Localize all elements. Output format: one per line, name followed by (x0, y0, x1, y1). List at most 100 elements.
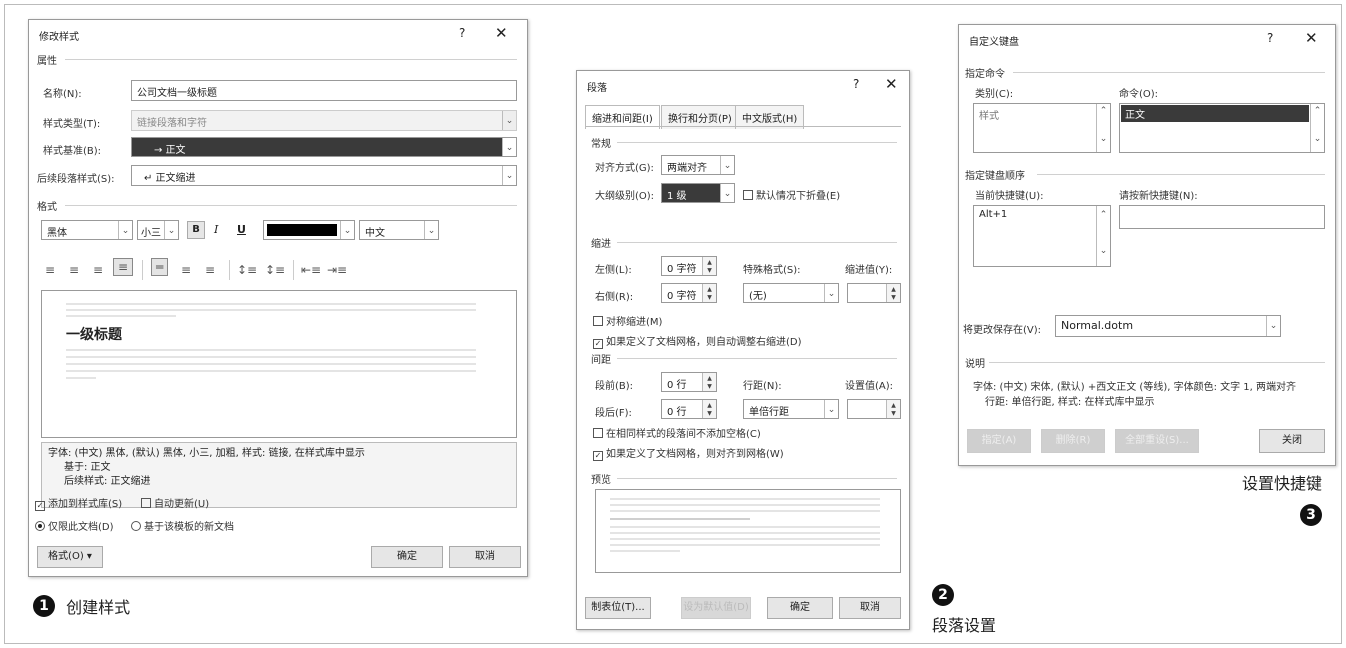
style-based-on-select[interactable]: → 正文 ⌄ (131, 137, 517, 157)
spinner-arrows-icon[interactable]: ▲ ▼ (702, 373, 716, 391)
spinner-arrows-icon[interactable]: ▲ ▼ (886, 284, 900, 302)
indent-by-spinner[interactable]: ▲ ▼ (847, 283, 901, 303)
category-item[interactable]: 样式 (979, 111, 999, 122)
chevron-down-icon[interactable]: ⌄ (340, 221, 354, 239)
double-spacing-icon[interactable]: ≡ (205, 263, 215, 277)
chevron-down-icon[interactable]: ⌄ (502, 166, 516, 185)
auto-update-label: 自动更新(U) (154, 499, 210, 510)
tabs-button[interactable]: 制表位(T)... (585, 597, 651, 619)
space-after-spinner[interactable]: 0 行 ▲ ▼ (661, 399, 717, 419)
chevron-down-icon[interactable]: ⌄ (118, 221, 132, 239)
outline-level-label: 大纲级别(O): (595, 191, 655, 202)
mirror-indents-checkbox[interactable]: 对称缩进(M) (593, 313, 662, 328)
reset-all-button[interactable]: 全部重设(S)... (1115, 429, 1199, 453)
close-icon[interactable]: ✕ (885, 75, 898, 93)
description-line-1: 字体: (中文) 黑体, (默认) 黑体, 小三, 加粗, 样式: 链接, 在样… (48, 448, 365, 459)
close-icon[interactable]: ✕ (1305, 29, 1318, 47)
increase-indent-icon[interactable]: ⇥≡ (327, 263, 347, 277)
chevron-down-icon[interactable]: ⌄ (720, 156, 734, 174)
only-this-doc-radio[interactable]: 仅限此文档(D) (35, 518, 114, 533)
special-indent-value: (无) (749, 291, 767, 302)
space-after-label: 段后(F): (595, 408, 632, 419)
auto-update-checkbox[interactable]: 自动更新(U) (141, 495, 209, 510)
space-before-icon[interactable]: ↕≡ (237, 263, 257, 277)
chevron-down-icon[interactable]: ⌄ (424, 221, 438, 239)
next-style-select[interactable]: ↵ 正文缩进 ⌄ (131, 165, 517, 186)
ok-button[interactable]: 确定 (767, 597, 833, 619)
grid-indent-label: 如果定义了文档网格，则自动调整右缩进(D) (606, 337, 802, 348)
spinner-arrows-icon[interactable]: ▲ ▼ (702, 400, 716, 418)
help-button[interactable]: ? (853, 77, 859, 91)
new-key-input[interactable] (1119, 205, 1325, 229)
snap-to-grid-checkbox[interactable]: ✓ 如果定义了文档网格，则对齐到网格(W) (593, 445, 784, 461)
align-right-icon[interactable]: ≡ (93, 263, 103, 277)
close-icon[interactable]: ✕ (495, 24, 508, 42)
add-to-gallery-checkbox[interactable]: ✓ 添加到样式库(S) (35, 495, 122, 511)
alignment-select[interactable]: 两端对齐 ⌄ (661, 155, 735, 175)
chevron-down-icon[interactable]: ⌄ (824, 284, 838, 302)
description-line-2: 行距: 单倍行距, 样式: 在样式库中显示 (985, 397, 1155, 408)
current-keys-list[interactable]: Alt+1 ⌃ ⌄ (973, 205, 1111, 267)
auto-right-indent-checkbox[interactable]: ✓ 如果定义了文档网格，则自动调整右缩进(D) (593, 333, 802, 349)
chevron-down-icon[interactable]: ⌄ (1266, 316, 1280, 336)
onehalf-spacing-icon[interactable]: ≡ (181, 263, 191, 277)
spinner-arrows-icon[interactable]: ▲ ▼ (702, 284, 716, 302)
cancel-button[interactable]: 取消 (839, 597, 901, 619)
align-left-icon[interactable]: ≡ (45, 263, 55, 277)
categories-list[interactable]: 样式 ⌃ ⌄ (973, 103, 1111, 153)
special-indent-select[interactable]: (无) ⌄ (743, 283, 839, 303)
format-menu-button[interactable]: 格式(O) ▾ (37, 546, 103, 568)
help-button[interactable]: ? (459, 26, 465, 40)
left-indent-label: 左侧(L): (595, 265, 632, 276)
left-indent-spinner[interactable]: 0 字符 ▲ ▼ (661, 256, 717, 276)
scroll-arrows-icon[interactable]: ⌃ ⌄ (1310, 104, 1324, 152)
close-button[interactable]: 关闭 (1259, 429, 1325, 453)
alignment-value: 两端对齐 (667, 163, 707, 174)
font-select[interactable]: 黑体 ⌄ (41, 220, 133, 240)
caption-step-3-text: 设置快捷键 (1242, 474, 1323, 493)
chevron-down-icon[interactable]: ⌄ (164, 221, 178, 239)
font-color-select[interactable]: ⌄ (263, 220, 355, 240)
chevron-down-icon[interactable]: ⌄ (502, 138, 516, 156)
name-input[interactable]: 公司文档一级标题 (131, 80, 517, 101)
set-default-button[interactable]: 设为默认值(D) (681, 597, 751, 619)
italic-button[interactable]: I (214, 223, 218, 236)
assign-button[interactable]: 指定(A) (967, 429, 1031, 453)
spinner-arrows-icon[interactable]: ▲ ▼ (702, 257, 716, 275)
no-space-same-style-checkbox[interactable]: 在相同样式的段落间不添加空格(C) (593, 425, 761, 440)
space-after-icon[interactable]: ↕≡ (265, 263, 285, 277)
paragraph-preview (595, 489, 901, 573)
new-docs-radio[interactable]: 基于该模板的新文档 (131, 518, 234, 533)
next-style-label: 后续段落样式(S): (37, 174, 115, 185)
script-select[interactable]: 中文 ⌄ (359, 220, 439, 240)
cancel-button[interactable]: 取消 (449, 546, 521, 568)
single-spacing-icon[interactable]: ═ (151, 258, 169, 276)
scroll-arrows-icon[interactable]: ⌃ ⌄ (1096, 206, 1110, 266)
ok-button[interactable]: 确定 (371, 546, 443, 568)
space-before-spinner[interactable]: 0 行 ▲ ▼ (661, 372, 717, 392)
outline-level-select[interactable]: 1 级 ⌄ (661, 183, 735, 203)
help-button[interactable]: ? (1267, 31, 1273, 45)
command-item-selected[interactable]: 正文 (1121, 105, 1309, 122)
collapse-default-checkbox[interactable]: 默认情况下折叠(E) (743, 187, 840, 202)
spinner-arrows-icon[interactable]: ▲ ▼ (886, 400, 900, 418)
specify-command-section-label: 指定命令 (965, 69, 1005, 80)
step-badge: 3 (1300, 504, 1322, 526)
spacing-at-spinner[interactable]: ▲ ▼ (847, 399, 901, 419)
title-bar: 自定义键盘 ? ✕ (959, 25, 1335, 53)
right-indent-spinner[interactable]: 0 字符 ▲ ▼ (661, 283, 717, 303)
decrease-indent-icon[interactable]: ⇤≡ (301, 263, 321, 277)
save-in-select[interactable]: Normal.dotm ⌄ (1055, 315, 1281, 337)
align-center-icon[interactable]: ≡ (69, 263, 79, 277)
line-spacing-select[interactable]: 单倍行距 ⌄ (743, 399, 839, 419)
scroll-arrows-icon[interactable]: ⌃ ⌄ (1096, 104, 1110, 152)
commands-list[interactable]: 正文 ⌃ ⌄ (1119, 103, 1325, 153)
underline-button[interactable]: U (237, 223, 246, 236)
justify-icon[interactable]: ≡ (113, 258, 134, 276)
chevron-down-icon[interactable]: ⌄ (824, 400, 838, 418)
current-key-item[interactable]: Alt+1 (979, 209, 1007, 220)
chevron-down-icon[interactable]: ⌄ (720, 184, 734, 202)
remove-button[interactable]: 删除(R) (1041, 429, 1105, 453)
bold-button[interactable]: B (187, 221, 205, 239)
size-select[interactable]: 小三 ⌄ (137, 220, 179, 240)
